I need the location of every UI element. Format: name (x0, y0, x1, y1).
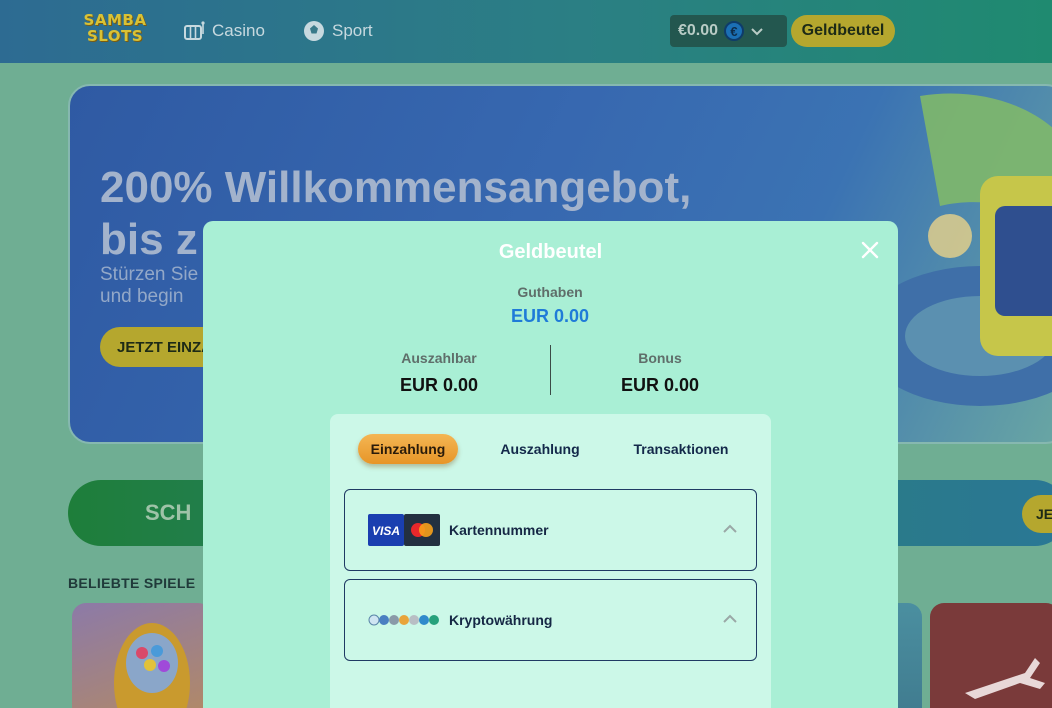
chevron-up-icon (723, 524, 737, 533)
logo-line-1: SAMBA (83, 11, 147, 29)
balance-label: Guthaben (517, 284, 583, 300)
nav-sport-label: Sport (332, 21, 373, 40)
payment-method-card-label: Kartennummer (449, 522, 549, 538)
tab-deposit[interactable]: Einzahlung (358, 434, 458, 464)
popular-games-title: BELIEBTE SPIELE (68, 575, 196, 591)
chevron-down-icon (751, 28, 763, 36)
game-thumbnail-aviator (965, 658, 1045, 699)
chevron-up-icon (723, 614, 737, 623)
visa-mastercard-icon: VISA (368, 514, 440, 546)
logo-line-2: SLOTS (86, 27, 144, 45)
crypto-coins-icon (368, 614, 439, 626)
nav-sport[interactable]: Sport (303, 18, 373, 44)
wallet-tabs-panel: Einzahlung Auszahlung Transaktionen VISA… (330, 414, 771, 708)
promo-text: SCH (145, 500, 192, 525)
hero-title-line-1: 200% Willkommensangebot, (100, 163, 692, 212)
euro-icon: € (724, 21, 745, 41)
game-thumbnail-egg-rocket (114, 623, 190, 708)
balance-divider (550, 345, 551, 395)
top-bar: SAMBA SLOTS Casino Sport €0.00 € Geldbeu… (0, 0, 1052, 63)
wallet-modal: Geldbeutel Guthaben EUR 0.00 Auszahlbar … (203, 221, 898, 708)
modal-title: Geldbeutel (498, 241, 603, 263)
sport-icon (304, 21, 324, 41)
withdrawable-label: Auszahlbar (401, 350, 477, 366)
close-icon[interactable] (859, 239, 881, 261)
tab-transactions[interactable]: Transaktionen (626, 434, 736, 464)
wallet-button[interactable]: Geldbeutel (791, 15, 895, 47)
payment-method-card[interactable]: VISA Kartennummer (344, 489, 757, 571)
svg-text:VISA: VISA (372, 524, 400, 538)
tab-withdraw[interactable]: Auszahlung (490, 434, 590, 464)
game-card[interactable] (930, 603, 1052, 708)
bonus-label: Bonus (638, 350, 682, 366)
game-card[interactable] (72, 603, 212, 708)
withdrawable-value: EUR 0.00 (399, 375, 479, 395)
balance-amount: €0.00 (678, 22, 719, 39)
logo[interactable]: SAMBA SLOTS (70, 12, 160, 50)
balance-dropdown[interactable]: €0.00 € (670, 15, 787, 47)
nav-casino-label: Casino (212, 21, 265, 40)
casino-icon (184, 21, 205, 40)
payment-method-crypto-label: Kryptowährung (449, 612, 553, 628)
balance-value: EUR 0.00 (510, 306, 590, 326)
nav-casino[interactable]: Casino (183, 18, 265, 44)
bonus-value: EUR 0.00 (620, 375, 700, 395)
promo-button[interactable]: JE (1022, 495, 1052, 533)
payment-method-crypto[interactable]: Kryptowährung (344, 579, 757, 661)
